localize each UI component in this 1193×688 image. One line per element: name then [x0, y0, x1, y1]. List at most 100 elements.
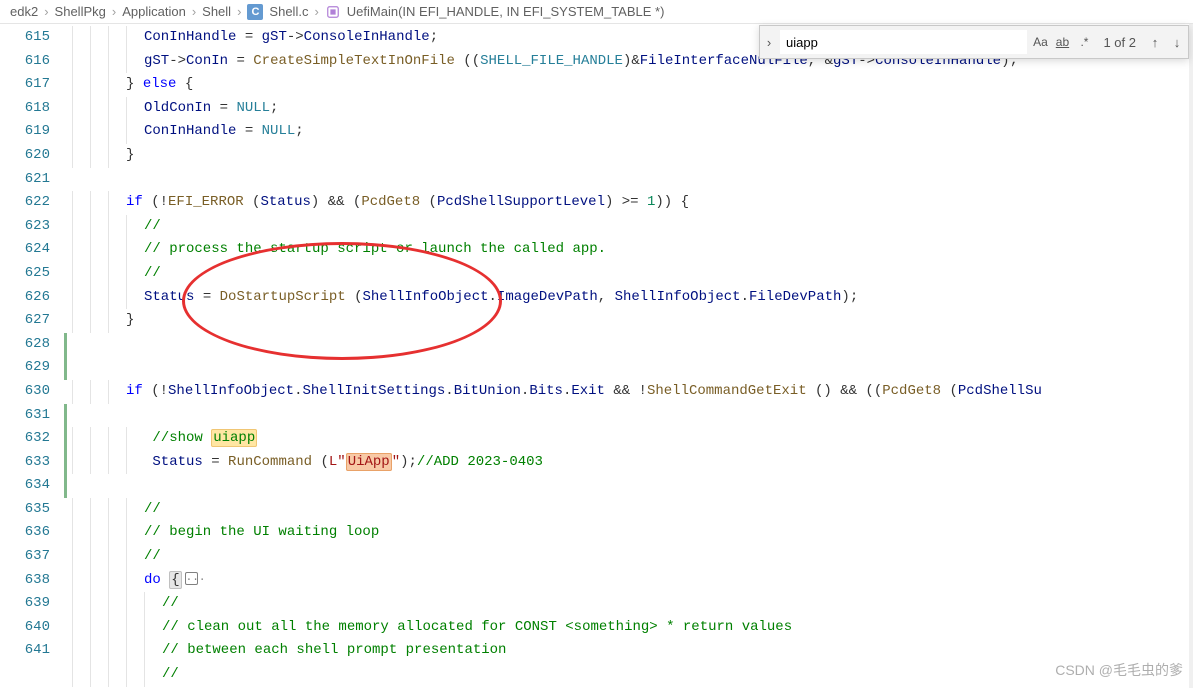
token: Status [260, 194, 310, 210]
code-line[interactable]: // process the startup script or launch … [64, 238, 1193, 262]
token: CreateSimpleTextInOnFile [253, 53, 455, 69]
code-line[interactable]: ConInHandle = NULL; [64, 120, 1193, 144]
code-line[interactable]: if (!ShellInfoObject.ShellInitSettings.B… [64, 380, 1193, 404]
code-line[interactable] [64, 356, 1193, 380]
match-whole-word-button[interactable]: ab [1051, 31, 1073, 53]
line-number: 641 [0, 639, 64, 663]
token: // [162, 666, 179, 682]
line-number: 615 [0, 26, 64, 50]
crumb-2[interactable]: Application [122, 4, 186, 19]
code-line[interactable]: // between each shell prompt presentatio… [64, 639, 1193, 663]
modified-indicator [64, 451, 67, 475]
token: gST [144, 53, 169, 69]
code-line[interactable] [64, 333, 1193, 357]
line-number: 633 [0, 451, 64, 475]
editor[interactable]: 6156166176186196206216226236246256266276… [0, 24, 1193, 688]
token: = [236, 123, 261, 139]
line-number: 624 [0, 238, 64, 262]
token: ShellInfoObject [168, 383, 294, 399]
token: PcdShellSupportLevel [437, 194, 605, 210]
chevron-right-icon: › [237, 4, 241, 19]
chevron-right-icon: › [314, 4, 318, 19]
code-line[interactable]: Status = RunCommand (L"UiApp");//ADD 202… [64, 451, 1193, 475]
fold-collapsed-icon[interactable]: ... [185, 572, 198, 585]
line-number: 628 [0, 333, 64, 357]
find-toggle-replace[interactable]: › [760, 35, 778, 50]
token: } [126, 147, 134, 163]
code-line[interactable]: do {... [64, 569, 1193, 593]
token: if [126, 383, 143, 399]
token: Exit [571, 383, 605, 399]
code-line[interactable]: // [64, 592, 1193, 616]
token: = [211, 100, 236, 116]
token: BitUnion [454, 383, 521, 399]
token: NULL [262, 123, 296, 139]
find-next-button[interactable]: ↓ [1166, 31, 1188, 53]
crumb-1[interactable]: ShellPkg [55, 4, 106, 19]
token: gST [262, 29, 287, 45]
find-input[interactable] [780, 30, 1027, 54]
code-line[interactable] [64, 404, 1193, 428]
code-line[interactable]: Status = DoStartupScript (ShellInfoObjec… [64, 286, 1193, 310]
line-number: 639 [0, 592, 64, 616]
code-line[interactable]: // [64, 215, 1193, 239]
token: ConIn [186, 53, 228, 69]
code-line[interactable]: //show uiapp [64, 427, 1193, 451]
chevron-right-icon: › [192, 4, 196, 19]
use-regex-button[interactable]: .* [1073, 31, 1095, 53]
token: FileDevPath [749, 289, 841, 305]
code-line[interactable]: OldConIn = NULL; [64, 97, 1193, 121]
token: PcdShellSu [958, 383, 1042, 399]
minimap[interactable] [1189, 24, 1193, 688]
code-line[interactable]: // clean out all the memory allocated fo… [64, 616, 1193, 640]
line-number: 631 [0, 404, 64, 428]
find-result-count: 1 of 2 [1103, 35, 1136, 50]
token: ( [941, 383, 958, 399]
token: && ! [605, 383, 647, 399]
code-line[interactable] [64, 474, 1193, 498]
token: Status [152, 454, 202, 470]
code-line[interactable]: // begin the UI waiting loop [64, 521, 1193, 545]
token: ; [270, 100, 278, 116]
code-line[interactable]: if (!EFI_ERROR (Status) && (PcdGet8 (Pcd… [64, 191, 1193, 215]
code-line[interactable] [64, 168, 1193, 192]
code-line[interactable]: // [64, 262, 1193, 286]
token: } [126, 76, 143, 92]
token: } [126, 312, 134, 328]
token: DoStartupScript [220, 289, 346, 305]
token: , [598, 289, 615, 305]
token: = [194, 289, 219, 305]
token: // [144, 265, 161, 281]
crumb-file[interactable]: Shell.c [269, 4, 308, 19]
code-area[interactable]: ConInHandle = gST->ConsoleInHandle;gST->… [64, 24, 1193, 688]
crumb-3[interactable]: Shell [202, 4, 231, 19]
token: //show [152, 430, 211, 446]
token: ; [295, 123, 303, 139]
code-line[interactable]: } [64, 309, 1193, 333]
code-line[interactable]: // [64, 545, 1193, 569]
token: ShellInfoObject [615, 289, 741, 305]
token: ShellCommandGetExit [647, 383, 807, 399]
find-prev-button[interactable]: ↑ [1144, 31, 1166, 53]
token: { [176, 76, 193, 92]
code-line[interactable]: } else { [64, 73, 1193, 97]
token: PcdGet8 [361, 194, 420, 210]
token: = [236, 29, 261, 45]
modified-indicator [64, 427, 67, 451]
crumb-symbol[interactable]: UefiMain(IN EFI_HANDLE, IN EFI_SYSTEM_TA… [347, 4, 665, 19]
code-line[interactable]: } [64, 144, 1193, 168]
token: ) && ( [311, 194, 361, 210]
line-number: 618 [0, 97, 64, 121]
crumb-0[interactable]: edk2 [10, 4, 38, 19]
breadcrumb: edk2 › ShellPkg › Application › Shell › … [0, 0, 1193, 24]
token: (! [143, 194, 168, 210]
code-line[interactable]: // [64, 498, 1193, 522]
token: // [144, 218, 161, 234]
token: ShellInitSettings [302, 383, 445, 399]
token: // [162, 595, 179, 611]
chevron-right-icon: › [112, 4, 116, 19]
token: ) >= [605, 194, 647, 210]
match-case-button[interactable]: Aa [1029, 31, 1051, 53]
token: )& [623, 53, 640, 69]
code-line[interactable]: // [64, 663, 1193, 687]
